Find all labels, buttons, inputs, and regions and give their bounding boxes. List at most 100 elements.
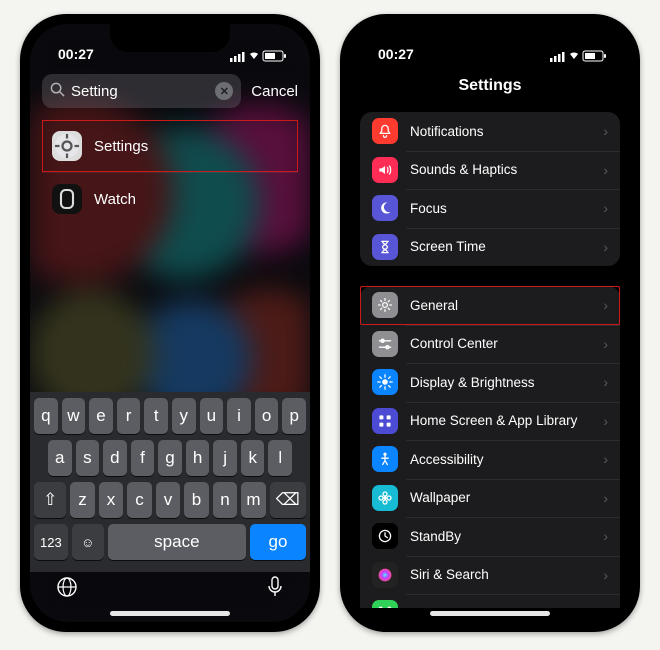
- key-c[interactable]: c: [127, 482, 152, 518]
- sun-icon: [372, 369, 398, 395]
- key-t[interactable]: t: [144, 398, 168, 434]
- key-p[interactable]: p: [282, 398, 306, 434]
- cancel-button[interactable]: Cancel: [251, 83, 298, 100]
- key-l[interactable]: l: [268, 440, 292, 476]
- settings-row-display-brightness[interactable]: Display & Brightness›: [360, 363, 620, 402]
- figure-icon: [372, 446, 398, 472]
- row-label: Screen Time: [410, 239, 486, 254]
- chevron-right-icon: ›: [603, 336, 608, 352]
- key-emoji[interactable]: ☺: [72, 524, 104, 560]
- key-g[interactable]: g: [158, 440, 182, 476]
- row-label: Face ID & Passcode: [410, 606, 533, 608]
- spotlight-toolbar: [30, 572, 310, 606]
- key-n[interactable]: n: [213, 482, 238, 518]
- settings-row-notifications[interactable]: Notifications ›: [360, 112, 620, 151]
- search-result-item[interactable]: Watch: [42, 172, 298, 225]
- key-k[interactable]: k: [241, 440, 265, 476]
- chevron-right-icon: ›: [603, 413, 608, 429]
- status-indicators: [550, 50, 608, 62]
- status-indicators: [230, 50, 288, 62]
- globe-icon[interactable]: [56, 576, 78, 603]
- key-123[interactable]: 123: [34, 524, 68, 560]
- settings-row-focus[interactable]: Focus ›: [360, 189, 620, 228]
- key-u[interactable]: u: [200, 398, 224, 434]
- phone-left: 00:27: [20, 14, 320, 632]
- key-m[interactable]: m: [241, 482, 266, 518]
- grid-icon: [372, 408, 398, 434]
- row-label: Siri & Search: [410, 567, 489, 582]
- key-w[interactable]: w: [62, 398, 86, 434]
- settings-group: General›Control Center›Display & Brightn…: [360, 286, 620, 608]
- settings-row-control-center[interactable]: Control Center›: [360, 325, 620, 364]
- mic-icon[interactable]: [266, 576, 284, 603]
- home-indicator[interactable]: [430, 611, 550, 616]
- key-b[interactable]: b: [184, 482, 209, 518]
- row-label: Focus: [410, 201, 447, 216]
- key-v[interactable]: v: [156, 482, 181, 518]
- settings-row-wallpaper[interactable]: Wallpaper›: [360, 479, 620, 518]
- search-text: Setting: [71, 83, 215, 100]
- row-label: Notifications: [410, 124, 484, 139]
- speaker-icon: [372, 157, 398, 183]
- keyboard: qwertyuiop asdfghjkl ⇧zxcvbnm⌫ 123 ☺ space…: [30, 392, 310, 572]
- phone-right: 00:27 Settings Notifica: [340, 14, 640, 632]
- search-input[interactable]: Setting ✕: [42, 74, 241, 108]
- key-r[interactable]: r: [117, 398, 141, 434]
- home-indicator[interactable]: [110, 611, 230, 616]
- key-a[interactable]: a: [48, 440, 72, 476]
- settings-row-face-id-passcode[interactable]: Face ID & Passcode ›: [360, 594, 620, 608]
- row-label: StandBy: [410, 529, 461, 544]
- chevron-right-icon: ›: [603, 605, 608, 608]
- settings-row-screen-time[interactable]: Screen Time ›: [360, 228, 620, 267]
- search-result-item[interactable]: Settings: [42, 120, 298, 172]
- settings-row-accessibility[interactable]: Accessibility›: [360, 440, 620, 479]
- key-space[interactable]: space: [108, 524, 246, 560]
- key-x[interactable]: x: [99, 482, 124, 518]
- bell-icon: [372, 118, 398, 144]
- key-s[interactable]: s: [76, 440, 100, 476]
- settings-row-home-screen-app-library[interactable]: Home Screen & App Library ›: [360, 402, 620, 441]
- key-h[interactable]: h: [186, 440, 210, 476]
- row-label: Sounds & Haptics: [410, 162, 517, 177]
- key-z[interactable]: z: [70, 482, 95, 518]
- settings-row-standby[interactable]: StandBy›: [360, 517, 620, 556]
- spotlight-search-row: Setting ✕ Cancel: [42, 74, 298, 108]
- key-q[interactable]: q: [34, 398, 58, 434]
- settings-list[interactable]: Notifications›Sounds & Haptics›Focus›Scr…: [360, 112, 620, 608]
- key-e[interactable]: e: [89, 398, 113, 434]
- settings-group: Notifications›Sounds & Haptics›Focus›Scr…: [360, 112, 620, 266]
- chevron-right-icon: ›: [603, 490, 608, 506]
- moon-icon: [372, 195, 398, 221]
- key-shift[interactable]: ⇧: [34, 482, 66, 518]
- notch: [430, 24, 550, 52]
- settings-row-general[interactable]: General›: [360, 286, 620, 325]
- chevron-right-icon: ›: [603, 374, 608, 390]
- settings-row-sounds-haptics[interactable]: Sounds & Haptics ›: [360, 151, 620, 190]
- key-i[interactable]: i: [227, 398, 251, 434]
- settings-row-siri-search[interactable]: Siri & Search ›: [360, 556, 620, 595]
- key-f[interactable]: f: [131, 440, 155, 476]
- key-go[interactable]: go: [250, 524, 306, 560]
- chevron-right-icon: ›: [603, 297, 608, 313]
- chevron-right-icon: ›: [603, 162, 608, 178]
- chevron-right-icon: ›: [603, 567, 608, 583]
- key-j[interactable]: j: [213, 440, 237, 476]
- watch-app-icon: [52, 184, 82, 214]
- clear-icon[interactable]: ✕: [215, 82, 233, 100]
- key-y[interactable]: y: [172, 398, 196, 434]
- key-o[interactable]: o: [255, 398, 279, 434]
- siri-icon: [372, 562, 398, 588]
- chevron-right-icon: ›: [603, 123, 608, 139]
- result-label: Settings: [94, 138, 148, 155]
- search-icon: [50, 82, 65, 101]
- row-label: Home Screen & App Library: [410, 413, 577, 428]
- status-time: 00:27: [58, 46, 94, 62]
- row-label: Accessibility: [410, 452, 484, 467]
- chevron-right-icon: ›: [603, 239, 608, 255]
- gear-icon: [372, 292, 398, 318]
- search-results: Settings Watch: [42, 120, 298, 225]
- chevron-right-icon: ›: [603, 200, 608, 216]
- key-d[interactable]: d: [103, 440, 127, 476]
- key-delete[interactable]: ⌫: [270, 482, 306, 518]
- status-time: 00:27: [378, 46, 414, 62]
